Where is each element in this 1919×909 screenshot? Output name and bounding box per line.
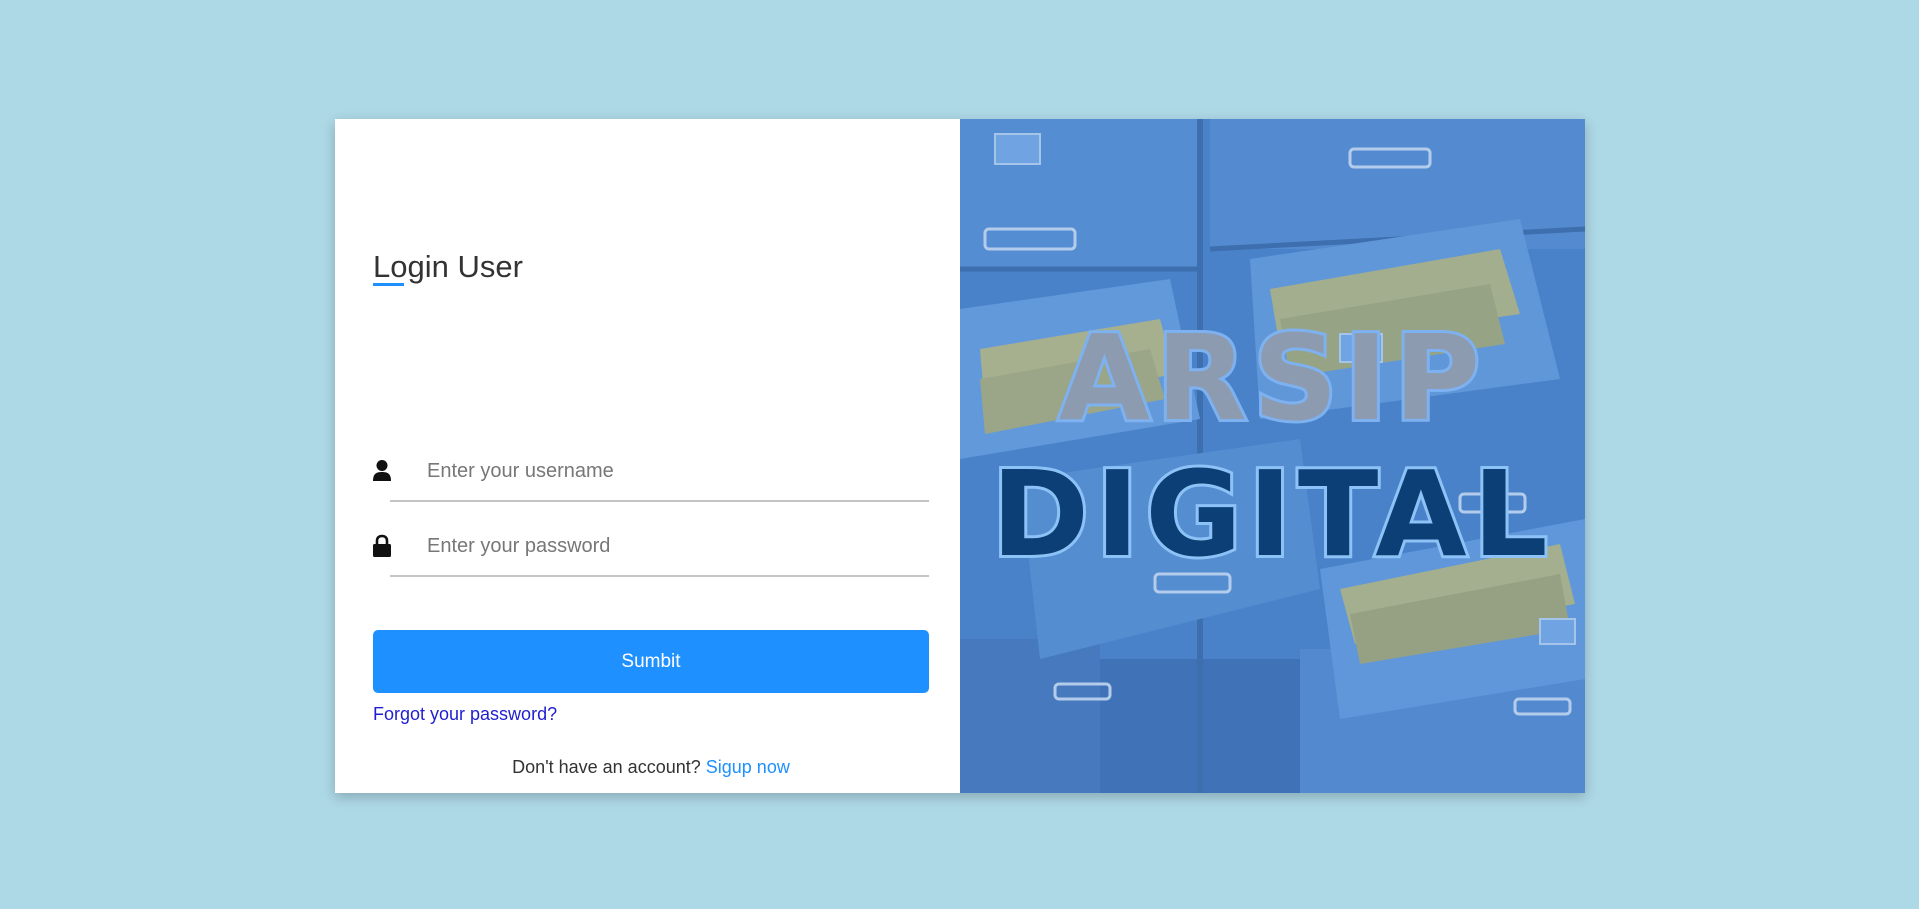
lock-icon xyxy=(373,534,391,558)
signup-row: Don't have an account? Sigup now xyxy=(373,757,929,778)
brand-image-panel: ARSIP DIGITAL xyxy=(960,119,1585,793)
login-card: Login User Sumbit Forgot your password? xyxy=(335,119,1585,793)
brand-title-line1: ARSIP xyxy=(1056,309,1487,447)
forgot-password-link[interactable]: Forgot your password? xyxy=(373,704,557,725)
username-field xyxy=(373,442,929,502)
title-underline xyxy=(373,283,404,286)
signup-prompt: Don't have an account? xyxy=(512,757,701,777)
page-title: Login User xyxy=(373,249,523,284)
username-input[interactable] xyxy=(390,442,929,502)
login-form-panel: Login User Sumbit Forgot your password? xyxy=(335,119,960,793)
submit-button[interactable]: Sumbit xyxy=(373,630,929,693)
password-field xyxy=(373,517,929,577)
user-icon xyxy=(373,459,391,483)
password-input[interactable] xyxy=(390,517,929,577)
signup-link[interactable]: Sigup now xyxy=(706,757,790,777)
brand-title-line2: DIGITAL xyxy=(988,445,1554,583)
